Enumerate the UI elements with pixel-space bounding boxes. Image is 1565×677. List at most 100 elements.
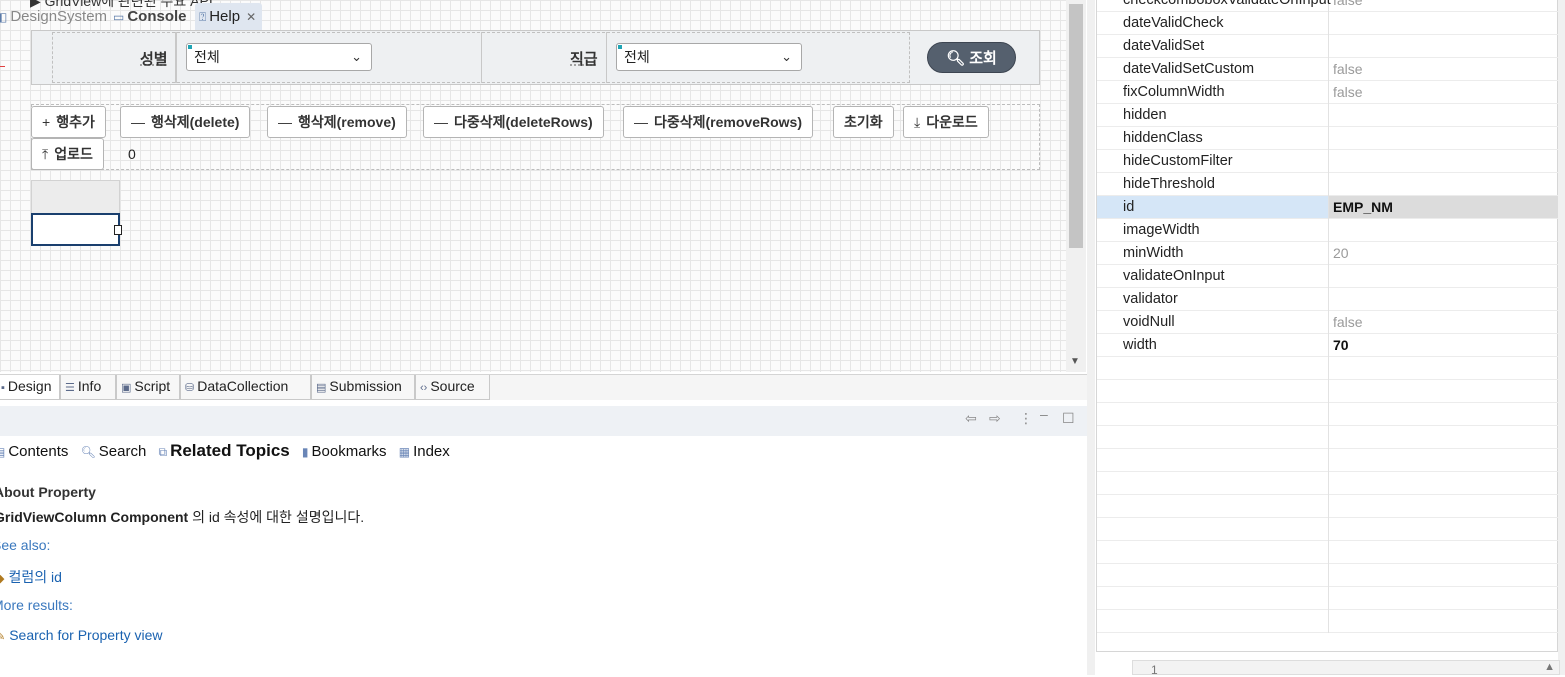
property-row[interactable]: [1097, 495, 1558, 518]
property-name: validateOnInput: [1123, 268, 1225, 284]
scroll-down-icon[interactable]: ▼: [1070, 356, 1080, 367]
design-scrollbar[interactable]: ▼: [1066, 0, 1086, 372]
tab-source[interactable]: ‹› Source: [415, 375, 490, 400]
property-value[interactable]: 20: [1333, 242, 1349, 264]
property-row[interactable]: [1097, 518, 1558, 541]
property-row[interactable]: [1097, 380, 1558, 403]
property-row[interactable]: hideThreshold: [1097, 173, 1558, 196]
property-row[interactable]: [1097, 541, 1558, 564]
tab-script[interactable]: ▣ Script: [116, 375, 180, 400]
property-row[interactable]: voidNull false: [1097, 311, 1558, 334]
tab-design[interactable]: ▪ Design: [0, 375, 60, 400]
remove-rows-button[interactable]: — 다중삭제(removeRows): [623, 106, 813, 138]
back-icon[interactable]: ⇦: [965, 410, 977, 427]
grid-selected-cell[interactable]: [31, 213, 120, 246]
search-button[interactable]: 🔍︎ 조회: [927, 42, 1016, 73]
property-row[interactable]: dateValidSet: [1097, 35, 1558, 58]
minus-icon: —: [634, 114, 648, 130]
property-row[interactable]: minWidth 20: [1097, 242, 1558, 265]
search-property-link-text: Search for Property view: [9, 627, 163, 643]
contents-icon: ▤: [0, 445, 5, 459]
delete-rows-button[interactable]: — 다중삭제(deleteRows): [423, 106, 604, 138]
design-canvas[interactable]: ▶ GridView에 관련된 주요 API 성별 전체 ⌄ 직급 전체 ⌄ 🔍…: [0, 0, 1066, 372]
property-row[interactable]: hiddenClass: [1097, 127, 1558, 150]
minus-icon: —: [434, 114, 448, 130]
grid-header-cell[interactable]: [31, 180, 120, 214]
rank-select[interactable]: 전체 ⌄: [616, 43, 802, 71]
property-row[interactable]: [1097, 426, 1558, 449]
property-row[interactable]: hidden: [1097, 104, 1558, 127]
property-name: minWidth: [1123, 245, 1184, 261]
property-name: hideThreshold: [1123, 176, 1215, 192]
tab-help[interactable]: ⍰ Help ✕: [195, 3, 263, 30]
property-value[interactable]: false: [1333, 311, 1363, 333]
plus-icon: +: [42, 114, 51, 130]
resize-handle[interactable]: [114, 225, 122, 235]
help-nav-bookmarks[interactable]: ▮ Bookmarks: [302, 443, 391, 460]
property-row[interactable]: hideCustomFilter: [1097, 150, 1558, 173]
tab-designsystem-label: DesignSystem: [10, 8, 108, 25]
help-nav-search[interactable]: 🔍︎ Search: [81, 443, 151, 460]
property-row[interactable]: [1097, 610, 1558, 633]
property-row[interactable]: checkcomboboxValidateOnInput false: [1097, 0, 1558, 12]
search-property-link[interactable]: ✎ Search for Property view: [0, 627, 163, 643]
scrollbar-thumb[interactable]: [1069, 4, 1083, 248]
designsystem-icon: ◧: [0, 10, 8, 24]
editor-tab-bar: ▪ Design ☰ Info ▣ Script ⛁ DataCollection ▤ S…: [0, 374, 1087, 400]
tab-console[interactable]: ▭ Console: [113, 3, 187, 30]
help-nav-index[interactable]: ▦ Index: [399, 443, 454, 460]
database-icon: ⛁: [185, 382, 195, 394]
property-name: hidden: [1123, 107, 1167, 123]
property-scrollbar[interactable]: [1558, 0, 1565, 675]
property-row[interactable]: [1097, 472, 1558, 495]
property-row[interactable]: width 70: [1097, 334, 1558, 357]
property-row[interactable]: imageWidth: [1097, 219, 1558, 242]
property-value[interactable]: EMP_NM: [1333, 196, 1393, 218]
ruler-marker: [0, 66, 5, 67]
property-value[interactable]: false: [1333, 81, 1363, 103]
property-row[interactable]: validateOnInput: [1097, 265, 1558, 288]
property-row[interactable]: dateValidSetCustom false: [1097, 58, 1558, 81]
property-name: width: [1123, 337, 1157, 353]
column-id-link[interactable]: ◆ 컬럼의 id: [0, 567, 62, 587]
property-row[interactable]: validator: [1097, 288, 1558, 311]
delete-row-button[interactable]: — 행삭제(delete): [120, 106, 251, 138]
property-value[interactable]: false: [1333, 58, 1363, 80]
info-icon: ☰: [65, 382, 75, 394]
related-topics-icon: ⧉: [158, 445, 168, 459]
add-row-button[interactable]: + 행추가: [31, 106, 106, 138]
property-row[interactable]: [1097, 449, 1558, 472]
property-row[interactable]: [1097, 587, 1558, 610]
scroll-up-icon[interactable]: ▲: [1544, 661, 1555, 673]
upload-button[interactable]: ⤒ 업로드: [31, 138, 104, 170]
property-name: dateValidCheck: [1123, 15, 1224, 31]
property-row[interactable]: [1097, 357, 1558, 380]
gender-select[interactable]: 전체 ⌄: [186, 43, 372, 71]
maximize-icon[interactable]: ☐: [1062, 410, 1075, 427]
tab-designsystem[interactable]: ◧ DesignSystem: [0, 3, 107, 30]
tab-datacollection[interactable]: ⛁ DataCollection: [180, 375, 311, 400]
property-row[interactable]: dateValidCheck: [1097, 12, 1558, 35]
property-row[interactable]: [1097, 403, 1558, 426]
download-button[interactable]: ⤓ 다운로드: [903, 106, 989, 138]
help-nav-contents[interactable]: ▤Contents: [0, 443, 72, 460]
download-icon: ⤓: [914, 114, 921, 130]
property-row[interactable]: [1097, 564, 1558, 587]
tab-info[interactable]: ☰ Info: [60, 375, 116, 400]
submission-icon: ▤: [316, 382, 327, 394]
mini-editor[interactable]: 1 ▲: [1132, 660, 1560, 677]
more-icon[interactable]: ⋮: [1019, 410, 1033, 427]
help-nav-related[interactable]: ⧉ Related Topics: [158, 441, 294, 460]
close-icon[interactable]: ✕: [246, 10, 256, 24]
property-row-selected[interactable]: id EMP_NM: [1097, 196, 1558, 219]
panel-splitter[interactable]: [1087, 0, 1095, 675]
property-value[interactable]: false: [1333, 0, 1363, 11]
minimize-icon[interactable]: –: [1040, 406, 1048, 422]
tab-console-label: Console: [127, 8, 187, 25]
reset-button[interactable]: 초기화: [833, 106, 894, 138]
remove-row-button[interactable]: — 행삭제(remove): [267, 106, 407, 138]
property-row[interactable]: fixColumnWidth false: [1097, 81, 1558, 104]
forward-icon[interactable]: ⇨: [989, 410, 1001, 427]
property-value[interactable]: 70: [1333, 334, 1349, 356]
tab-submission[interactable]: ▤ Submission: [311, 375, 415, 400]
